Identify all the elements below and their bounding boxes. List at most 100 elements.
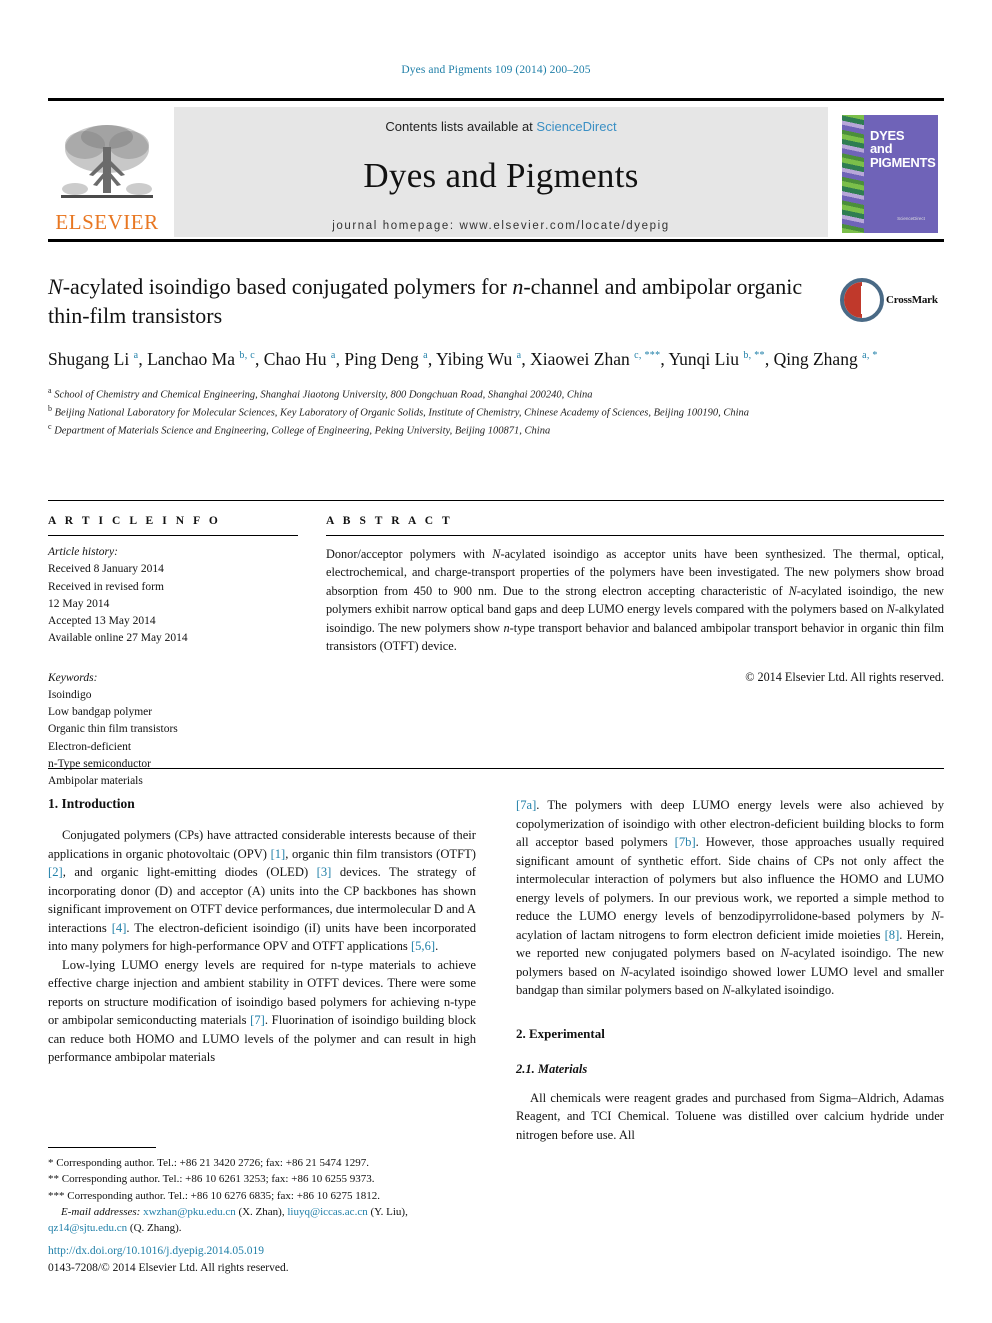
article-history: Article history: Received 8 January 2014… [48, 544, 298, 648]
author-name[interactable]: Lanchao Ma [147, 349, 239, 369]
author-affiliation-marker: b, c [239, 350, 256, 362]
paragraph-materials-1: All chemicals were reagent grades and pu… [516, 1089, 944, 1145]
author-list: Shugang Li a, Lanchao Ma b, c, Chao Hu a… [48, 346, 908, 373]
footnote-rule [48, 1147, 156, 1148]
info-abstract-bottom-rule [48, 768, 944, 769]
author-name[interactable]: Yunqi Liu [668, 349, 743, 369]
keywords-label: Keywords: [48, 671, 98, 684]
contents-list-line: Contents lists available at ScienceDirec… [385, 119, 616, 134]
email-who: (X. Zhan), [235, 1205, 288, 1218]
subsection-heading-materials: 2.1. Materials [516, 1061, 588, 1076]
citation-ref[interactable]: [7] [250, 1013, 265, 1027]
author-affiliation-marker: c, *** [634, 350, 661, 362]
journal-name: Dyes and Pigments [363, 156, 639, 195]
citation-ref[interactable]: [7a] [516, 798, 536, 812]
citation-ref[interactable]: [1] [271, 847, 286, 861]
affiliation-item: a School of Chemistry and Chemical Engin… [48, 385, 908, 403]
abstract-text: Donor/acceptor polymers with N-acylated … [326, 545, 944, 656]
keyword-item: Isoindigo [48, 688, 92, 701]
abstract-heading: A B S T R A C T [326, 515, 453, 527]
journal-masthead: ELSEVIER Contents lists available at Sci… [48, 98, 944, 242]
abs-italic-n: N [788, 583, 797, 598]
italic-n: N [780, 946, 789, 960]
article-info-heading: A R T I C L E I N F O [48, 515, 221, 527]
author-name[interactable]: Chao Hu [264, 349, 331, 369]
journal-band: Contents lists available at ScienceDirec… [174, 107, 828, 237]
paragraph-intro-1: Conjugated polymers (CPs) have attracted… [48, 826, 476, 956]
paragraph-intro-2: Low-lying LUMO energy levels are require… [48, 956, 476, 1067]
italic-n: N [620, 964, 629, 979]
issn-copyright: 0143-7208/© 2014 Elsevier Ltd. All right… [48, 1262, 289, 1275]
author-separator: , [764, 349, 774, 370]
affiliation-text: School of Chemistry and Chemical Enginee… [51, 389, 593, 401]
email-who: (Q. Zhang). [127, 1222, 182, 1235]
abstract-column: A B S T R A C T Donor/acceptor polymers … [326, 515, 944, 790]
section-heading-introduction: 1. Introduction [48, 796, 135, 811]
history-item: Received in revised form [48, 580, 164, 593]
abs-italic-n: N [886, 602, 895, 617]
footnote-corresponding-2: ** Corresponding author. Tel.: +86 10 62… [48, 1173, 375, 1186]
citation-ref[interactable]: [8] [885, 928, 900, 942]
citation-ref[interactable]: [4] [112, 921, 127, 935]
affiliation-text: Beijing National Laboratory for Molecula… [52, 407, 750, 419]
footnote-corresponding-1: * Corresponding author. Tel.: +86 21 342… [48, 1157, 369, 1169]
author-name[interactable]: Xiaowei Zhan [530, 349, 634, 369]
elsevier-wordmark: ELSEVIER [55, 210, 159, 234]
doi-link[interactable]: http://dx.doi.org/10.1016/j.dyepig.2014.… [48, 1243, 488, 1260]
keyword-item: Electron-deficient [48, 740, 132, 753]
history-item: Received 8 January 2014 [48, 563, 164, 576]
italic-n: N [722, 983, 731, 997]
author-name[interactable]: Shugang Li [48, 349, 134, 369]
citation-ref[interactable]: [3] [317, 865, 332, 879]
citation-ref[interactable]: [5,6] [411, 939, 435, 953]
keyword-item: Ambipolar materials [48, 775, 143, 787]
keyword-item: Organic thin film transistors [48, 723, 178, 736]
author-separator: , [255, 349, 264, 370]
email-link-zhang[interactable]: qz14@sjtu.edu.cn [48, 1222, 127, 1234]
author-name[interactable]: Yibing Wu [436, 349, 517, 369]
footnote-corresponding-3: *** Corresponding author. Tel.: +86 10 6… [48, 1189, 380, 1202]
author-separator: , [427, 349, 436, 370]
info-abstract-top-rule [48, 500, 944, 501]
history-item: 12 May 2014 [48, 597, 110, 610]
article-first-page: Dyes and Pigments 109 (2014) 200–205 ELS… [0, 0, 992, 1323]
footnote-emails: E-mail addresses: xwzhan@pku.edu.cn (X. … [48, 1204, 476, 1237]
cover-title: DYES and PIGMENTS [870, 129, 936, 169]
sciencedirect-link[interactable]: ScienceDirect [536, 119, 616, 134]
affiliation-item: c Department of Materials Science and En… [48, 421, 908, 439]
italic-n: N [931, 909, 940, 923]
history-item: Accepted 13 May 2014 [48, 615, 156, 627]
affiliation-list: a School of Chemistry and Chemical Engin… [48, 385, 908, 440]
email-link-liu[interactable]: liuyq@iccas.ac.cn [287, 1206, 367, 1218]
journal-homepage[interactable]: journal homepage: www.elsevier.com/locat… [332, 220, 670, 232]
body-columns: 1. Introduction Conjugated polymers (CPs… [48, 796, 944, 1144]
article-history-label: Article history: [48, 546, 118, 558]
elsevier-logo: ELSEVIER [48, 107, 166, 237]
author-name[interactable]: Qing Zhang [774, 349, 862, 369]
cover-image: DYES and PIGMENTS ScienceDirect [842, 115, 938, 233]
affiliation-text: Department of Materials Science and Engi… [51, 425, 551, 437]
crossmark-badge[interactable]: CrossMark [840, 274, 944, 326]
citation-ref[interactable]: [2] [48, 865, 63, 879]
title-italic-n2: n [512, 274, 524, 299]
abs-seg: Donor/acceptor polymers with [326, 547, 493, 561]
abstract-rule [326, 535, 944, 536]
crossmark-icon [840, 278, 884, 322]
txt: , organic thin film transistors (OTFT) [285, 846, 476, 861]
keywords-block: Keywords: Isoindigo Low bandgap polymer … [48, 670, 298, 791]
author-affiliation-marker: b, ** [743, 350, 765, 362]
author-affiliation-marker: a, * [862, 350, 878, 362]
masthead-bottom-rule [48, 239, 944, 242]
body-right-column: [7a]. The polymers with deep LUMO energy… [516, 796, 944, 1144]
cover-title-line3: PIGMENTS [870, 154, 936, 170]
citation-ref[interactable]: [7b] [675, 835, 696, 849]
cover-title-line2: and [870, 141, 893, 157]
txt: , and organic light-emitting diodes (OLE… [62, 865, 317, 879]
article-info-rule [48, 535, 298, 536]
email-link-zhan[interactable]: xwzhan@pku.edu.cn [143, 1206, 236, 1218]
author-name[interactable]: Ping Deng [344, 349, 423, 369]
txt: -alkylated isoindigo. [730, 983, 835, 997]
paragraph-intro-2-continued: [7a]. The polymers with deep LUMO energy… [516, 796, 944, 1000]
keyword-item: n-Type semiconductor [48, 757, 151, 770]
author-separator: , [138, 349, 148, 370]
